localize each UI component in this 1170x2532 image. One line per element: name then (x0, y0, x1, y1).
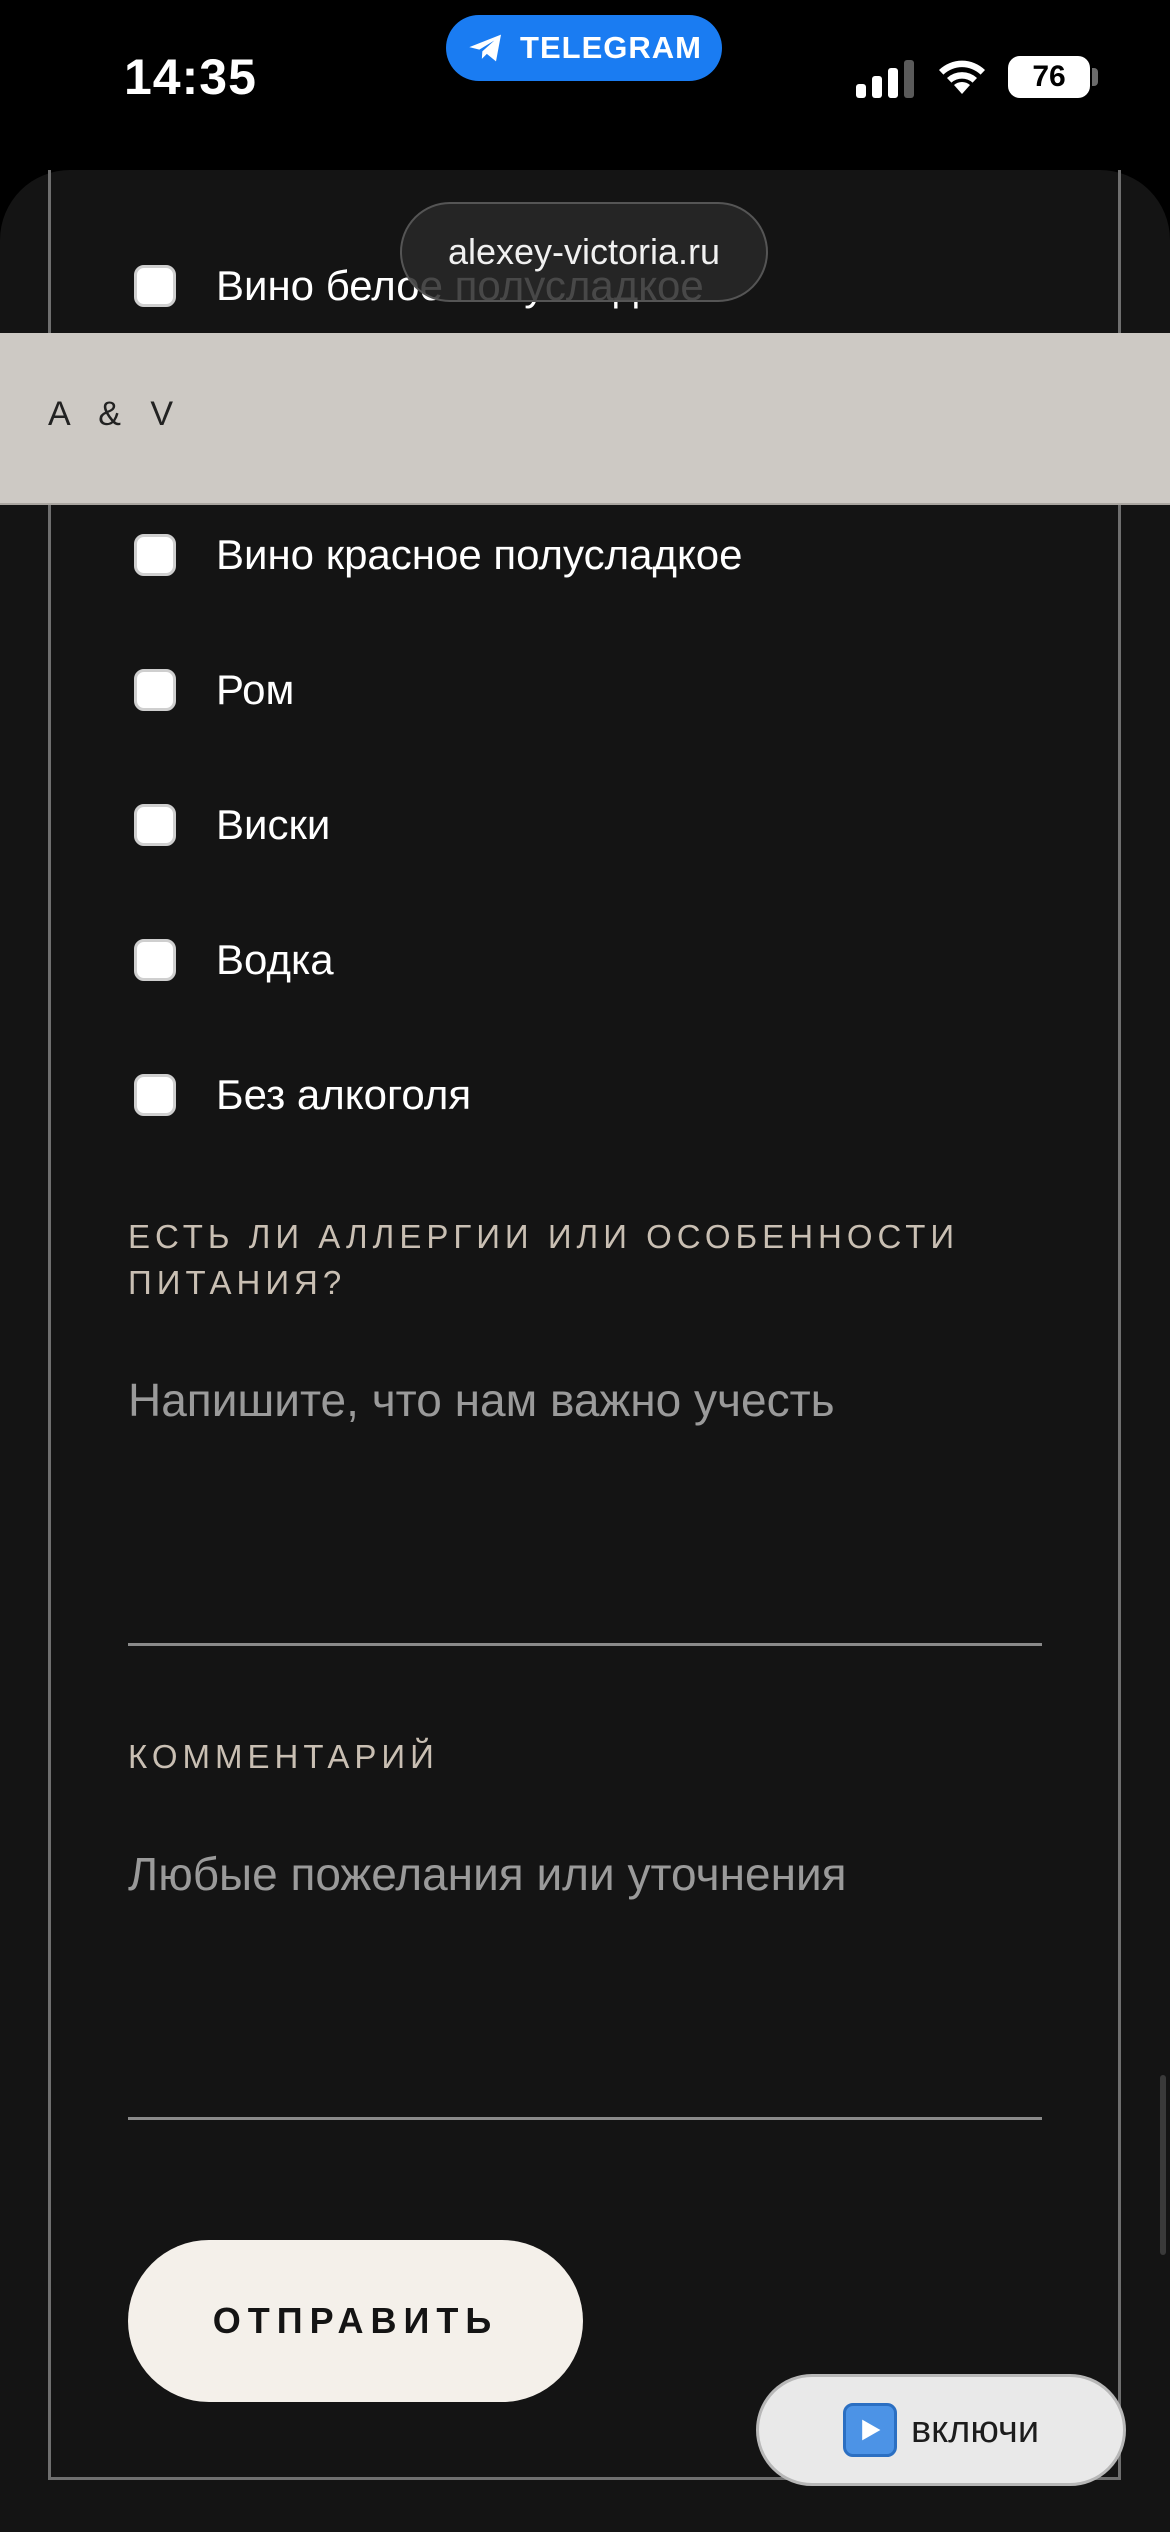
play-icon (842, 2403, 897, 2457)
allergies-input[interactable] (128, 1372, 1042, 1646)
drink-option-label: Вино красное полусладкое (216, 531, 743, 578)
checkbox[interactable] (134, 1074, 176, 1116)
music-label: включи (910, 2408, 1040, 2451)
battery-indicator: 76 (1008, 56, 1090, 98)
scrollbar-thumb[interactable] (1160, 2075, 1166, 2255)
drink-option-label: Водка (216, 936, 334, 983)
comment-label: КОММЕНТАРИЙ (128, 1738, 439, 1775)
drink-option-label: Ром (216, 666, 295, 713)
screen: 14:35 TELEGRAM 76 Вино белое полусладкое (0, 0, 1170, 2532)
wifi-icon (939, 60, 985, 94)
submit-button[interactable]: ОТПРАВИТЬ (128, 2240, 583, 2402)
drink-option-4[interactable]: Виски (134, 795, 330, 855)
telegram-icon (469, 34, 502, 62)
checkbox[interactable] (134, 939, 176, 981)
checkbox[interactable] (134, 534, 176, 576)
drink-option-6[interactable]: Без алкоголя (134, 1065, 471, 1125)
battery-tip (1092, 68, 1098, 86)
music-play-button[interactable]: включи (756, 2374, 1126, 2486)
drink-option-label: Виски (216, 801, 331, 848)
checkbox[interactable] (134, 265, 176, 307)
checkbox[interactable] (134, 804, 176, 846)
cellular-signal-icon (856, 60, 914, 98)
allergies-label: ЕСТЬ ЛИ АЛЛЕРГИИ ИЛИ ОСОБЕННОСТИ ПИТАНИЯ… (128, 1218, 960, 1301)
drink-option-label: Без алкоголя (216, 1071, 472, 1118)
status-bar: 14:35 TELEGRAM 76 (0, 0, 1170, 160)
telegram-pill[interactable]: TELEGRAM (446, 15, 722, 81)
comment-input[interactable] (128, 1846, 1042, 2120)
site-logo[interactable]: A & V (48, 395, 183, 434)
site-header: A & V (0, 333, 1170, 505)
form-frame (48, 170, 1121, 2480)
checkbox[interactable] (134, 669, 176, 711)
drink-option-5[interactable]: Водка (134, 930, 334, 990)
url-pill[interactable]: alexey-victoria.ru (400, 202, 768, 302)
status-time: 14:35 (124, 49, 257, 105)
telegram-label: TELEGRAM (520, 30, 702, 65)
drink-option-3[interactable]: Ром (134, 660, 294, 720)
drink-option-2[interactable]: Вино красное полусладкое (134, 525, 743, 585)
